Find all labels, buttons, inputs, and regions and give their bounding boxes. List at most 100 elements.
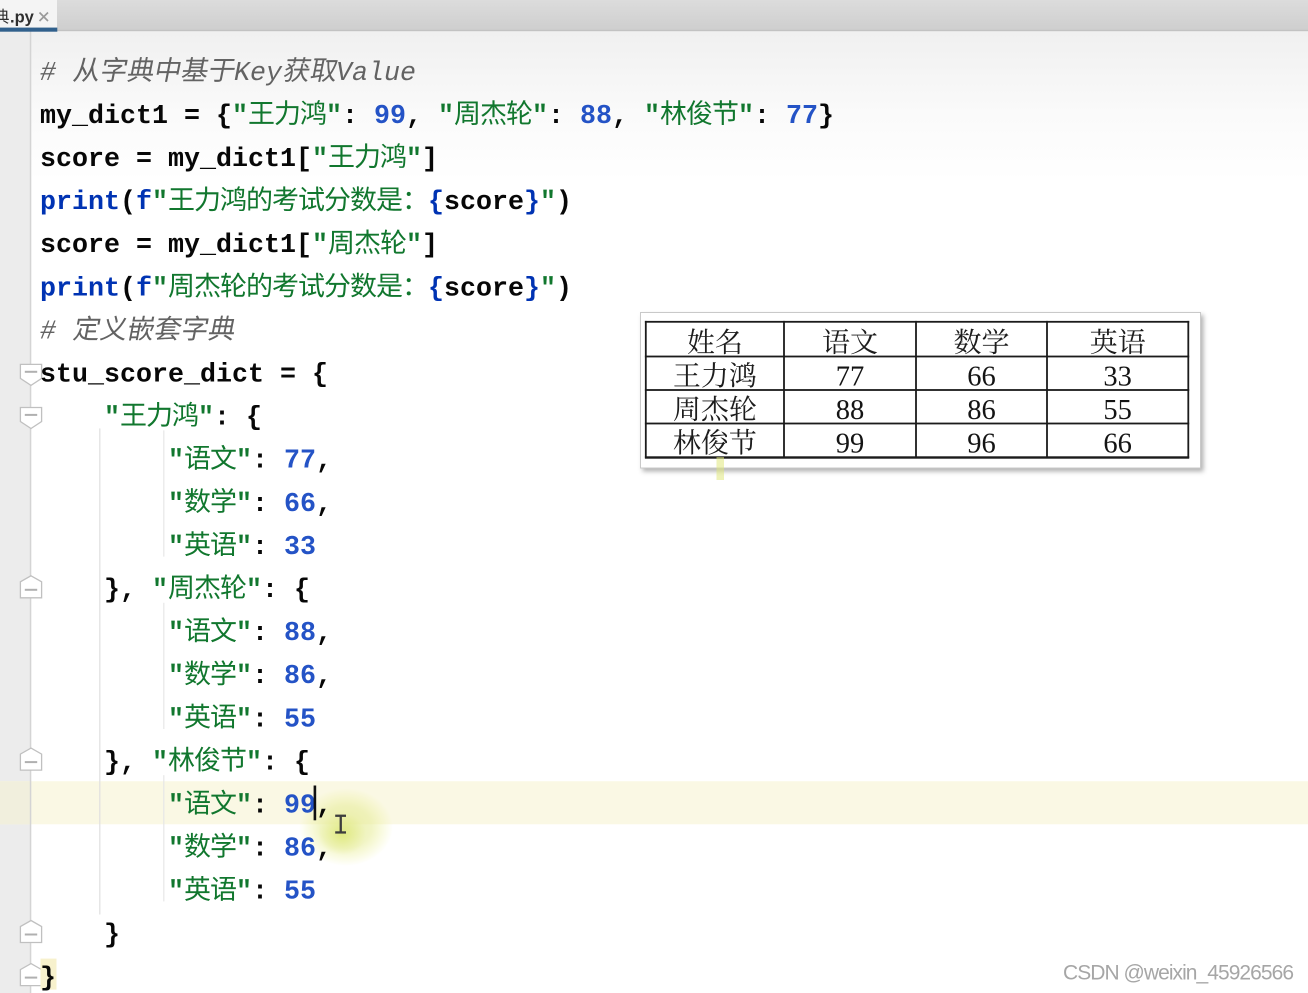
svg-text:]: ] bbox=[422, 145, 438, 175]
svg-text:86: 86 bbox=[967, 395, 996, 426]
svg-text:": " bbox=[738, 102, 754, 132]
svg-text:": " bbox=[168, 792, 184, 822]
svg-text:#: # bbox=[40, 59, 57, 89]
svg-text:": " bbox=[236, 878, 252, 908]
svg-text:": " bbox=[152, 188, 168, 218]
svg-text:}: } bbox=[40, 964, 56, 993]
svg-text::: : bbox=[214, 404, 230, 434]
svg-text:": " bbox=[236, 490, 252, 520]
svg-text:(: ( bbox=[120, 274, 136, 304]
svg-text:96: 96 bbox=[967, 429, 996, 460]
svg-text:": " bbox=[236, 705, 252, 735]
svg-text:86: 86 bbox=[284, 662, 316, 692]
svg-text:,: , bbox=[316, 835, 332, 865]
svg-text:77: 77 bbox=[284, 447, 316, 477]
svg-text:": " bbox=[236, 447, 252, 477]
svg-text:score = my_dict1[: score = my_dict1[ bbox=[40, 231, 312, 261]
svg-text:}: } bbox=[818, 102, 834, 132]
svg-text::: : bbox=[252, 447, 268, 477]
svg-text:": " bbox=[236, 792, 252, 822]
svg-text:77: 77 bbox=[786, 102, 818, 132]
svg-text:55: 55 bbox=[284, 705, 316, 735]
svg-text:(: ( bbox=[120, 188, 136, 218]
svg-text:": " bbox=[232, 102, 248, 132]
svg-text:": " bbox=[152, 748, 168, 778]
svg-text:score: score bbox=[444, 274, 524, 304]
svg-text:,: , bbox=[612, 102, 628, 132]
svg-text::: : bbox=[252, 792, 268, 822]
svg-text:88: 88 bbox=[580, 102, 612, 132]
svg-text:{: { bbox=[246, 404, 262, 434]
svg-text:": " bbox=[312, 231, 328, 261]
svg-text:]: ] bbox=[422, 231, 438, 261]
svg-text:,: , bbox=[316, 792, 332, 822]
svg-text:.py: .py bbox=[10, 9, 35, 27]
svg-text:}: } bbox=[524, 188, 540, 218]
svg-text:": " bbox=[104, 404, 120, 434]
svg-text:33: 33 bbox=[1103, 362, 1132, 393]
svg-text:stu_score_dict = {: stu_score_dict = { bbox=[40, 361, 328, 391]
svg-text:Value: Value bbox=[336, 59, 416, 89]
svg-text:,: , bbox=[406, 102, 422, 132]
svg-text::: : bbox=[262, 576, 278, 606]
svg-text:": " bbox=[168, 533, 184, 563]
svg-text:": " bbox=[312, 145, 328, 175]
svg-text:33: 33 bbox=[284, 533, 316, 563]
svg-text:": " bbox=[236, 533, 252, 563]
svg-text::: : bbox=[754, 102, 770, 132]
svg-text:99: 99 bbox=[284, 792, 316, 822]
svg-text:66: 66 bbox=[1103, 429, 1132, 460]
svg-text:},: }, bbox=[104, 748, 136, 778]
svg-text::: : bbox=[252, 533, 268, 563]
svg-text:}: } bbox=[104, 921, 120, 951]
svg-text::: : bbox=[252, 835, 268, 865]
svg-text:99: 99 bbox=[374, 102, 406, 132]
svg-text:": " bbox=[168, 662, 184, 692]
svg-text:f: f bbox=[136, 274, 152, 304]
svg-text:77: 77 bbox=[836, 362, 865, 393]
svg-text:#: # bbox=[40, 317, 57, 347]
svg-text:": " bbox=[236, 835, 252, 865]
svg-text:": " bbox=[168, 835, 184, 865]
svg-text:score = my_dict1[: score = my_dict1[ bbox=[40, 145, 312, 175]
svg-text:}: } bbox=[524, 274, 540, 304]
svg-text:my_dict1 = {: my_dict1 = { bbox=[40, 102, 232, 132]
svg-text:": " bbox=[532, 102, 548, 132]
svg-text:print: print bbox=[40, 274, 120, 304]
svg-text::: : bbox=[548, 102, 564, 132]
svg-text:66: 66 bbox=[967, 362, 996, 393]
svg-text::: : bbox=[252, 490, 268, 520]
svg-text:": " bbox=[326, 102, 342, 132]
svg-text:CSDN @weixin_45926566: CSDN @weixin_45926566 bbox=[1063, 962, 1294, 985]
svg-text:": " bbox=[152, 274, 168, 304]
svg-text:55: 55 bbox=[1103, 395, 1132, 426]
svg-text::: : bbox=[342, 102, 358, 132]
svg-text:,: , bbox=[316, 662, 332, 692]
svg-text:": " bbox=[168, 447, 184, 477]
svg-text::: : bbox=[252, 619, 268, 649]
svg-text:": " bbox=[168, 490, 184, 520]
svg-text:88: 88 bbox=[836, 395, 865, 426]
svg-text:,: , bbox=[316, 490, 332, 520]
svg-text:": " bbox=[236, 662, 252, 692]
svg-text:{: { bbox=[294, 576, 310, 606]
svg-text:": " bbox=[168, 878, 184, 908]
svg-text:": " bbox=[236, 619, 252, 649]
svg-text:): ) bbox=[556, 274, 572, 304]
svg-text:86: 86 bbox=[284, 835, 316, 865]
svg-text:{: { bbox=[428, 188, 444, 218]
svg-text:score: score bbox=[444, 188, 524, 218]
svg-text:},: }, bbox=[104, 576, 136, 606]
svg-text::: : bbox=[252, 705, 268, 735]
svg-text:{: { bbox=[294, 748, 310, 778]
svg-text:55: 55 bbox=[284, 878, 316, 908]
svg-text:": " bbox=[168, 705, 184, 735]
svg-text:{: { bbox=[428, 274, 444, 304]
svg-text:": " bbox=[246, 748, 262, 778]
svg-text:f: f bbox=[136, 188, 152, 218]
svg-text:": " bbox=[168, 619, 184, 649]
svg-text::: : bbox=[252, 662, 268, 692]
svg-text:": " bbox=[438, 102, 454, 132]
svg-text::: : bbox=[252, 878, 268, 908]
svg-text:print: print bbox=[40, 188, 120, 218]
